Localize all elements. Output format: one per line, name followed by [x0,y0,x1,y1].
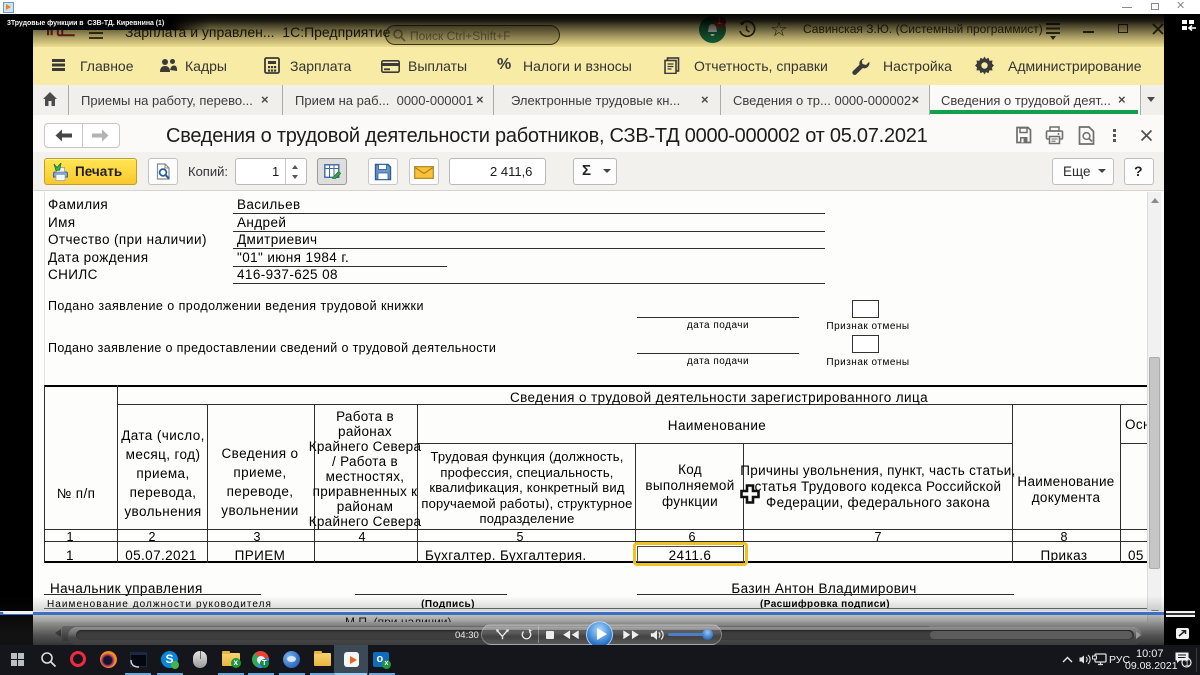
svg-text:1: 1 [1185,659,1190,668]
